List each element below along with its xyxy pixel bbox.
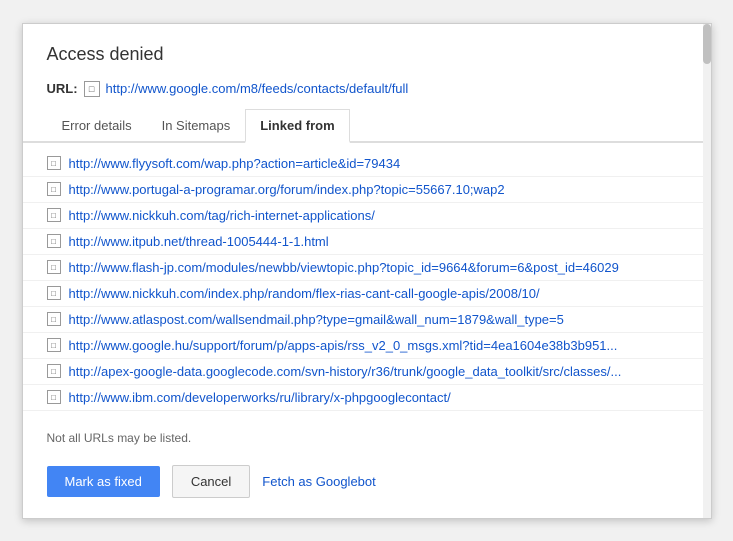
link-url[interactable]: http://www.itpub.net/thread-1005444-1-1.…: [69, 234, 329, 249]
note: Not all URLs may be listed.: [23, 419, 711, 451]
link-url[interactable]: http://www.ibm.com/developerworks/ru/lib…: [69, 390, 451, 405]
link-icon: □: [47, 312, 61, 326]
cancel-button[interactable]: Cancel: [172, 465, 250, 498]
link-url[interactable]: http://www.google.hu/support/forum/p/app…: [69, 338, 618, 353]
link-url[interactable]: http://www.atlaspost.com/wallsendmail.ph…: [69, 312, 564, 327]
list-item: □ http://apex-google-data.googlecode.com…: [23, 359, 711, 385]
link-url[interactable]: http://www.flash-jp.com/modules/newbb/vi…: [69, 260, 619, 275]
link-icon: □: [47, 338, 61, 352]
link-url[interactable]: http://www.flyysoft.com/wap.php?action=a…: [69, 156, 401, 171]
link-icon: □: [47, 234, 61, 248]
dialog-title: Access denied: [23, 24, 711, 81]
link-icon: □: [47, 156, 61, 170]
list-item: □ http://www.google.hu/support/forum/p/a…: [23, 333, 711, 359]
actions: Mark as fixed Cancel Fetch as Googlebot: [23, 451, 711, 518]
link-icon: □: [47, 208, 61, 222]
url-row: URL: □ http://www.google.com/m8/feeds/co…: [23, 81, 711, 109]
dialog: Access denied URL: □ http://www.google.c…: [22, 23, 712, 519]
link-icon: □: [47, 364, 61, 378]
list-item: □ http://www.portugal-a-programar.org/fo…: [23, 177, 711, 203]
link-url[interactable]: http://apex-google-data.googlecode.com/s…: [69, 364, 622, 379]
scrollbar-track: [703, 24, 711, 518]
tabs: Error details In Sitemaps Linked from: [23, 109, 711, 143]
list-item: □ http://www.flyysoft.com/wap.php?action…: [23, 151, 711, 177]
tab-linked-from[interactable]: Linked from: [245, 109, 349, 143]
url-link[interactable]: http://www.google.com/m8/feeds/contacts/…: [106, 81, 409, 96]
link-icon: □: [47, 260, 61, 274]
url-icon: □: [84, 81, 100, 97]
link-url[interactable]: http://www.portugal-a-programar.org/foru…: [69, 182, 505, 197]
mark-as-fixed-button[interactable]: Mark as fixed: [47, 466, 160, 497]
link-url[interactable]: http://www.nickkuh.com/tag/rich-internet…: [69, 208, 375, 223]
scrollbar-thumb[interactable]: [703, 24, 711, 64]
list-item: □ http://www.nickkuh.com/index.php/rando…: [23, 281, 711, 307]
links-list: □ http://www.flyysoft.com/wap.php?action…: [23, 143, 711, 419]
link-icon: □: [47, 286, 61, 300]
fetch-as-googlebot-button[interactable]: Fetch as Googlebot: [262, 474, 375, 489]
link-icon: □: [47, 182, 61, 196]
tab-error-details[interactable]: Error details: [47, 109, 147, 143]
list-item: □ http://www.ibm.com/developerworks/ru/l…: [23, 385, 711, 411]
list-item: □ http://www.itpub.net/thread-1005444-1-…: [23, 229, 711, 255]
link-url[interactable]: http://www.nickkuh.com/index.php/random/…: [69, 286, 540, 301]
list-item: □ http://www.nickkuh.com/tag/rich-intern…: [23, 203, 711, 229]
link-icon: □: [47, 390, 61, 404]
list-item: □ http://www.flash-jp.com/modules/newbb/…: [23, 255, 711, 281]
list-item: □ http://www.atlaspost.com/wallsendmail.…: [23, 307, 711, 333]
tab-in-sitemaps[interactable]: In Sitemaps: [147, 109, 246, 143]
url-label: URL:: [47, 81, 78, 96]
